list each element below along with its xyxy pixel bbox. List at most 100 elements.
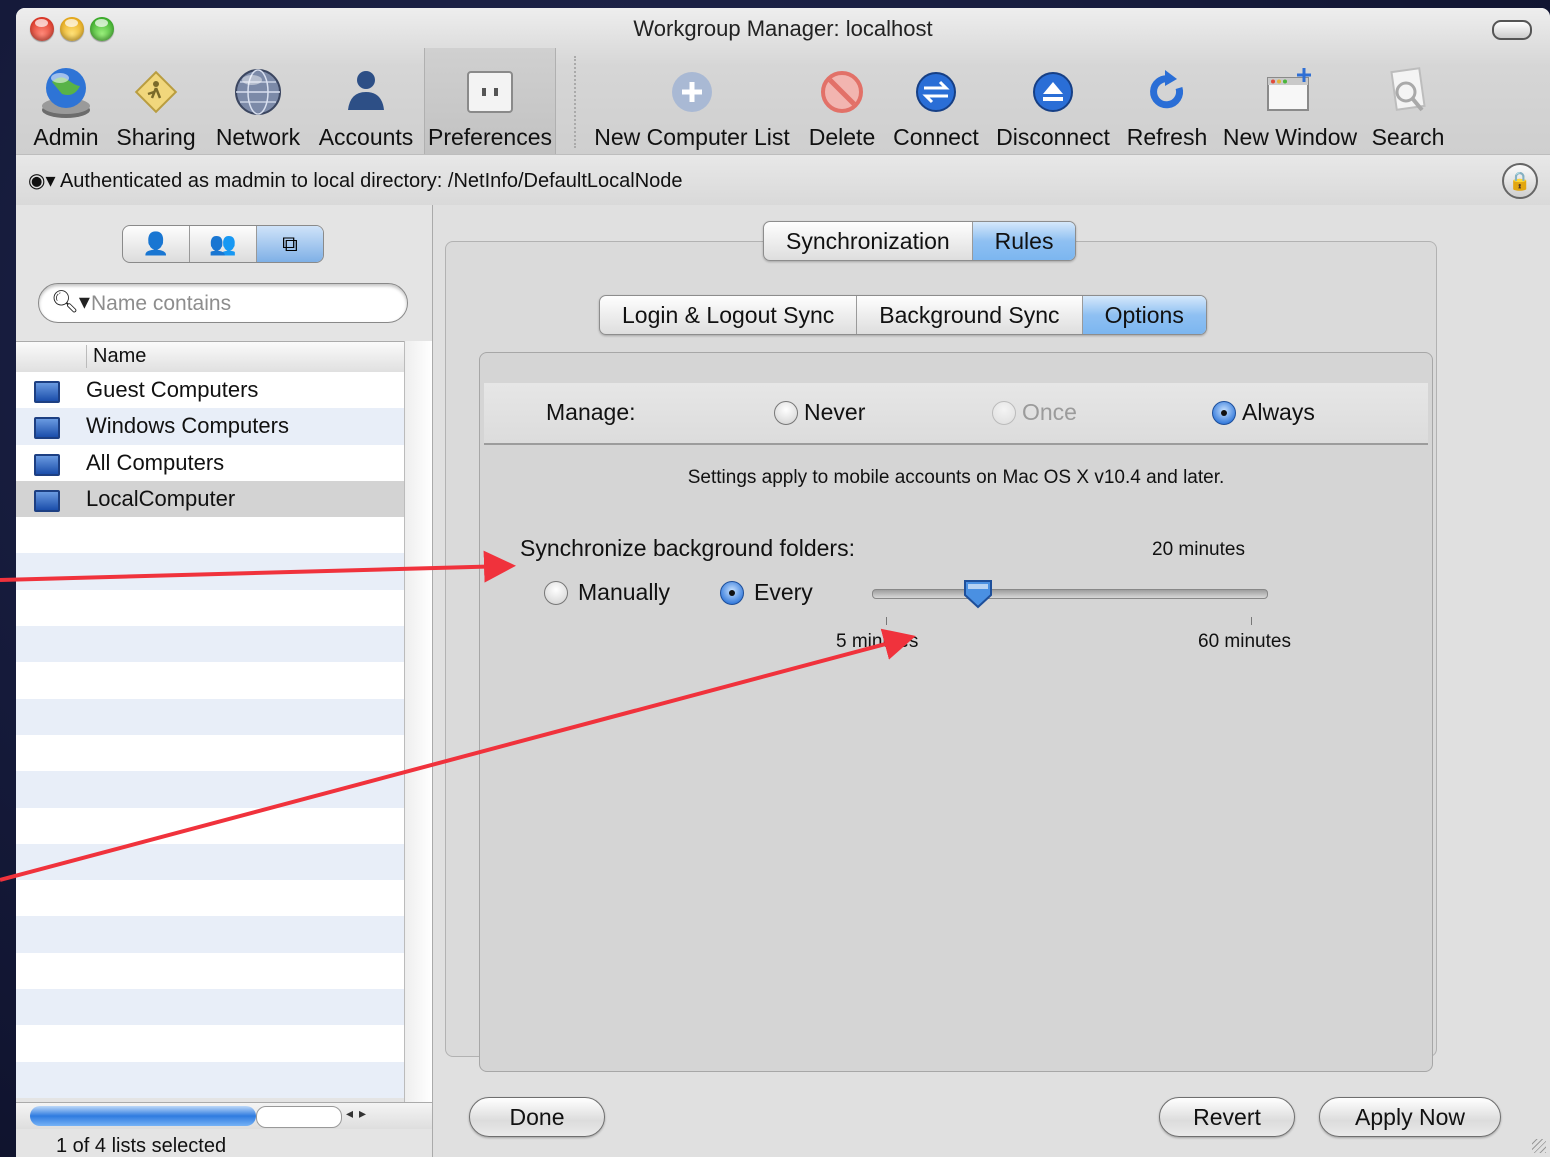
list-item-selected[interactable]: LocalComputer (16, 480, 404, 518)
toolbar-label: Delete (808, 124, 876, 150)
toolbar-new-computer-list-button[interactable]: New Computer List (592, 48, 792, 154)
tab-options[interactable]: Options (1082, 296, 1206, 334)
empty-row (16, 553, 404, 590)
auth-text: Authenticated as madmin to local directo… (59, 170, 683, 192)
tab-login-logout-sync[interactable]: Login & Logout Sync (600, 296, 858, 334)
resize-grip-icon[interactable] (1532, 1139, 1546, 1153)
lock-icon[interactable]: 🔒 (1502, 163, 1538, 199)
toolbar-label: Network (215, 124, 301, 150)
horizontal-scrollbar[interactable]: ◂▸ (16, 1102, 432, 1129)
app-window: Workgroup Manager: localhost Admin Shari… (16, 8, 1550, 1157)
empty-row (16, 1025, 404, 1062)
empty-row (16, 626, 404, 663)
every-label[interactable]: Every (754, 579, 813, 606)
scroll-track[interactable] (256, 1106, 342, 1128)
slider-thumb[interactable] (963, 579, 993, 609)
list-item-label: LocalComputer (86, 485, 236, 511)
magnifier-icon[interactable]: 🔍︎▾ (51, 289, 90, 315)
toolbar-network-button[interactable]: Network (210, 48, 306, 154)
globe-popup-icon[interactable]: ◉▾ (28, 170, 56, 192)
settings-group-box: Manage: Never Once Always Settings apply… (445, 241, 1437, 1072)
connect-icon (916, 72, 956, 112)
never-radio[interactable] (774, 401, 798, 425)
toolbar: Admin Sharing Network Accounts Preferenc… (16, 48, 1550, 154)
list-item[interactable]: All Computers (16, 444, 404, 481)
scroll-arrows-icon[interactable]: ◂▸ (346, 1105, 372, 1122)
toolbar-toggle-button[interactable] (1492, 20, 1532, 40)
toolbar-refresh-button[interactable]: Refresh (1122, 48, 1212, 154)
toolbar-label: Connect (893, 124, 979, 150)
computer-lists-tab-icon[interactable]: ⧉ (257, 226, 323, 262)
manually-label[interactable]: Manually (578, 579, 670, 606)
always-label[interactable]: Always (1242, 399, 1315, 426)
plus-icon (672, 72, 712, 112)
sync-interval-slider[interactable] (872, 589, 1268, 599)
toolbar-label: Disconnect (996, 124, 1110, 150)
groups-tab-icon[interactable]: 👥 (190, 226, 257, 262)
toolbar-connect-button[interactable]: Connect (888, 48, 984, 154)
toolbar-search-button[interactable]: Search (1368, 48, 1448, 154)
toolbar-delete-button[interactable]: Delete (802, 48, 882, 154)
once-label: Once (1022, 399, 1077, 425)
apply-now-button[interactable]: Apply Now (1319, 1097, 1501, 1137)
toolbar-preferences-button[interactable]: Preferences (424, 48, 556, 154)
account-type-segmented-control: 👤 👥 ⧉ (122, 225, 324, 263)
top-tab-bar: Synchronization Rules (763, 221, 1077, 261)
computer-list-icon (34, 453, 60, 476)
toolbar-label: Refresh (1126, 124, 1208, 150)
empty-row (16, 517, 404, 554)
search-field[interactable]: 🔍︎▾ Name contains (38, 283, 408, 323)
refresh-icon (1150, 70, 1184, 109)
tab-rules[interactable]: Rules (972, 222, 1076, 260)
toolbar-admin-button[interactable]: Admin (24, 48, 108, 154)
users-tab-icon[interactable]: 👤 (123, 226, 190, 262)
list-item[interactable]: Guest Computers (16, 372, 404, 409)
list-item-label: Guest Computers (86, 377, 259, 402)
sub-tab-bar: Login & Logout Sync Background Sync Opti… (599, 295, 1207, 335)
manage-label: Manage: (546, 399, 636, 425)
done-button[interactable]: Done (469, 1097, 605, 1137)
name-column-header[interactable]: Name (86, 345, 146, 368)
toolbar-accounts-button[interactable]: Accounts (314, 48, 418, 154)
toolbar-label: New Computer List (594, 124, 790, 150)
empty-row (16, 807, 404, 844)
toolbar-new-window-button[interactable]: New Window (1220, 48, 1360, 154)
list-item[interactable]: Windows Computers (16, 408, 404, 445)
computer-list-icon (34, 489, 60, 512)
toolbar-label: New Window (1222, 124, 1358, 150)
preferences-switch-icon (467, 71, 513, 113)
never-label[interactable]: Never (804, 399, 865, 426)
revert-button[interactable]: Revert (1159, 1097, 1295, 1137)
selection-status: 1 of 4 lists selected (56, 1135, 227, 1157)
toolbar-sharing-button[interactable]: Sharing (114, 48, 198, 154)
directory-path[interactable]: ◉▾ Authenticated as madmin to local dire… (28, 168, 683, 193)
search-placeholder: Name contains (91, 292, 232, 315)
options-box: Manage: Never Once Always Settings apply… (479, 352, 1433, 1072)
computer-list-icon (34, 417, 60, 440)
slider-tick-max (1251, 617, 1252, 625)
empty-row (16, 589, 404, 627)
computer-list: Guest Computers Windows Computers All Co… (16, 372, 404, 1102)
vertical-scrollbar[interactable] (404, 341, 432, 1102)
toolbar-separator (574, 56, 576, 148)
always-radio[interactable] (1212, 401, 1236, 425)
scroll-thumb[interactable] (30, 1106, 256, 1126)
manually-radio[interactable] (544, 581, 568, 605)
toolbar-disconnect-button[interactable]: Disconnect (992, 48, 1114, 154)
toolbar-label: Sharing (116, 124, 196, 150)
slider-min-label: 5 minutes (836, 631, 919, 652)
empty-row (16, 1061, 404, 1098)
tab-synchronization[interactable]: Synchronization (764, 222, 973, 260)
accounts-person-icon (348, 71, 384, 110)
left-pane: 👤 👥 ⧉ 🔍︎▾ Name contains Name Guest Compu… (16, 205, 433, 1157)
tab-background-sync[interactable]: Background Sync (857, 296, 1083, 334)
every-radio[interactable] (720, 581, 744, 605)
window-title: Workgroup Manager: localhost (633, 16, 933, 41)
slider-tick-min (886, 617, 887, 625)
sharing-sign-icon (134, 70, 178, 114)
right-pane: Manage: Never Once Always Settings apply… (433, 205, 1550, 1157)
network-globe-icon (235, 69, 281, 115)
empty-row (16, 843, 404, 881)
admin-globe-icon (42, 68, 90, 118)
toolbar-label: Search (1371, 124, 1445, 150)
